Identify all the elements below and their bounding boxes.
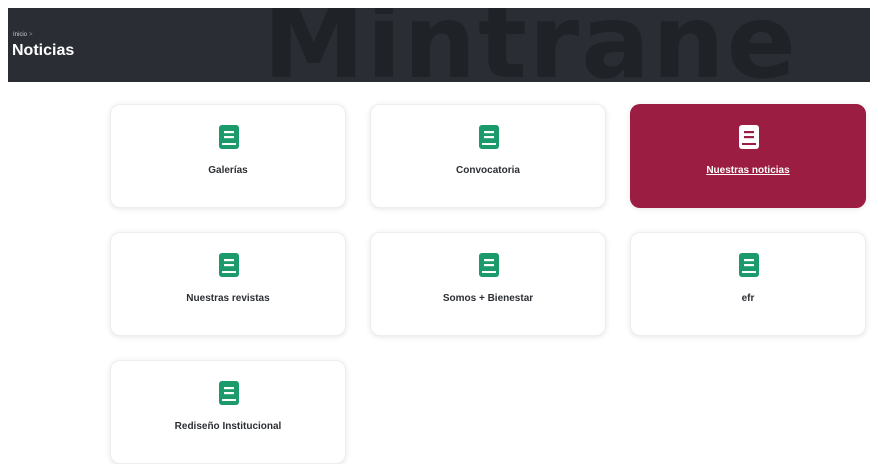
card-galerias[interactable]: Galerías [110, 104, 346, 208]
book-icon [739, 125, 759, 149]
breadcrumb-separator: > [29, 32, 33, 38]
card-label: efr [741, 293, 755, 304]
card-somos-bienestar[interactable]: Somos + Bienestar [370, 232, 606, 336]
book-icon [479, 253, 499, 277]
breadcrumb-home-link[interactable]: Inicio [13, 32, 27, 38]
card-efr[interactable]: efr [630, 232, 866, 336]
card-nuestras-noticias[interactable]: Nuestras noticias [630, 104, 866, 208]
book-icon [219, 253, 239, 277]
card-label: Somos + Bienestar [442, 293, 534, 304]
card-label: Rediseño Institucional [174, 421, 282, 432]
card-label: Nuestras noticias [706, 165, 790, 176]
header-watermark: Mintrane [263, 8, 798, 82]
breadcrumb: Inicio > [13, 32, 33, 38]
card-rediseno-institucional[interactable]: Rediseño Institucional [110, 360, 346, 464]
page-title: Noticias [12, 42, 75, 59]
book-icon [219, 381, 239, 405]
book-icon [479, 125, 499, 149]
card-label: Nuestras revistas [186, 293, 270, 304]
book-icon [219, 125, 239, 149]
card-label: Galerías [208, 165, 248, 176]
page-header-banner: Mintrane Inicio > Noticias [8, 8, 870, 82]
card-nuestras-revistas[interactable]: Nuestras revistas [110, 232, 346, 336]
card-label: Convocatoria [456, 165, 520, 176]
card-convocatoria[interactable]: Convocatoria [370, 104, 606, 208]
book-icon [739, 253, 759, 277]
